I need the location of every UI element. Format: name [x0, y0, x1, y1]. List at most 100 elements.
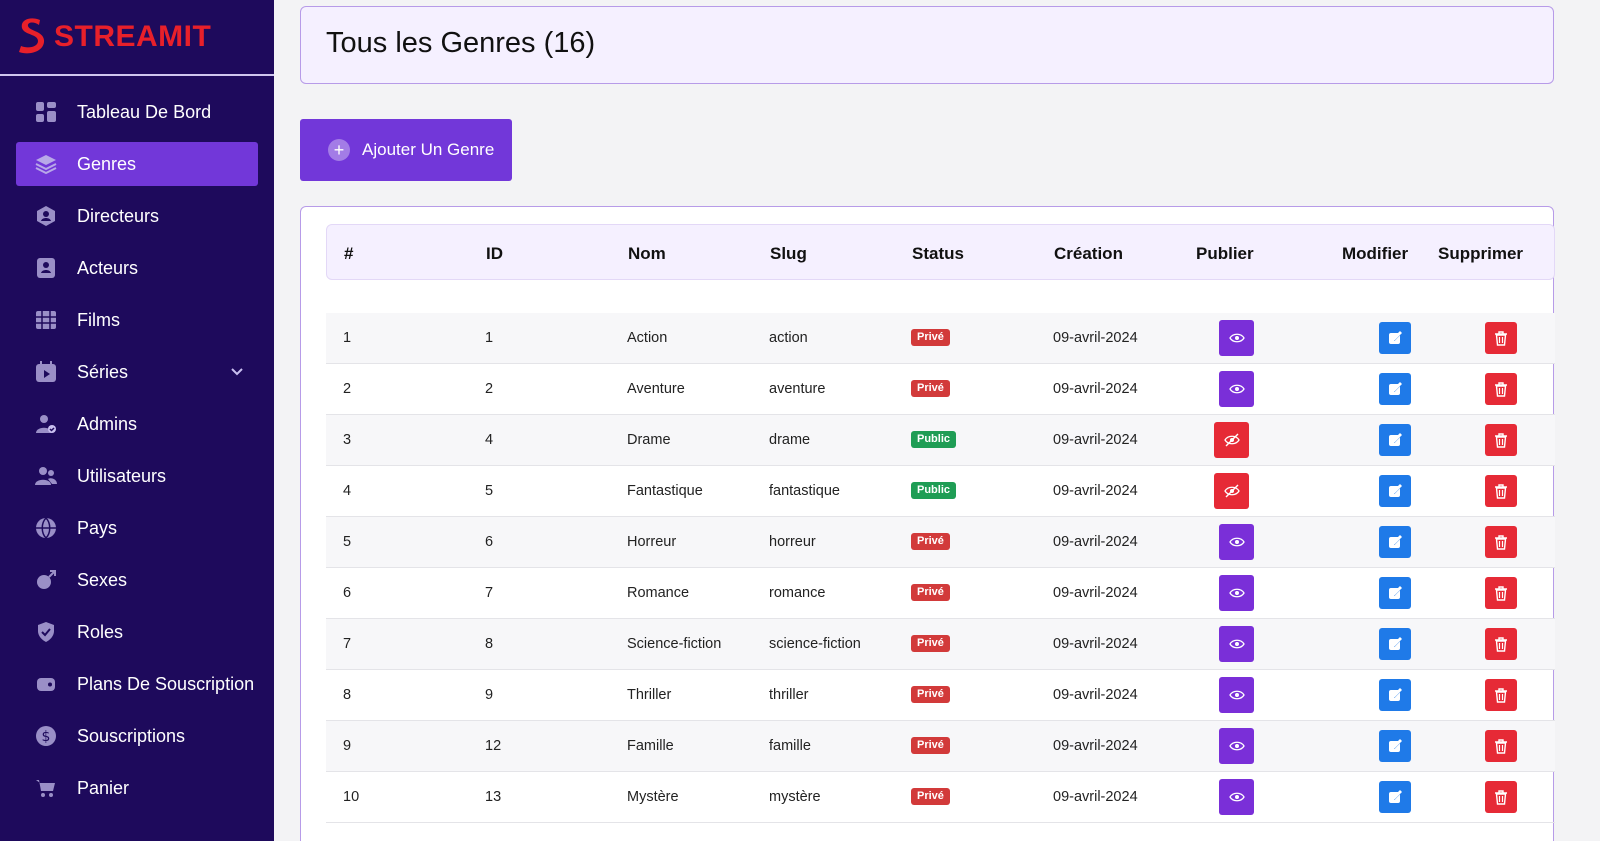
gender-icon [34, 568, 58, 592]
sidebar-item-genres[interactable]: Genres [16, 142, 258, 186]
trash-icon [1493, 534, 1509, 550]
sidebar-item-films[interactable]: Films [16, 298, 258, 342]
cell-created: 09-avril-2024 [1053, 330, 1138, 346]
status-badge: Privé [911, 584, 950, 601]
sidebar-item-label: Tableau De Bord [77, 101, 212, 122]
delete-button[interactable] [1485, 373, 1517, 405]
trash-icon [1493, 738, 1509, 754]
sidebar-item-tableau-de-bord[interactable]: Tableau De Bord [16, 90, 258, 134]
cell-slug: romance [769, 585, 826, 601]
actor-icon [34, 256, 58, 280]
table-body: 1 1 Action action 09-avril-2024 Privé 2 2 Aventu… [326, 313, 1555, 823]
film-icon [34, 308, 58, 332]
sidebar-item-label: Utilisateurs [77, 465, 167, 486]
sidebar-item-pays[interactable]: Pays [16, 506, 258, 550]
sidebar-item-s-ries[interactable]: Séries [16, 350, 258, 394]
page-title: Tous les Genres (16) [326, 27, 596, 59]
cell-created: 09-avril-2024 [1053, 789, 1138, 805]
edit-button[interactable] [1379, 781, 1411, 813]
cell-id: 4 [485, 432, 494, 448]
sidebar-item-label: Admins [77, 413, 138, 434]
users-icon [34, 464, 58, 488]
eye-off-icon [1223, 432, 1240, 448]
cell-number: 4 [343, 483, 352, 499]
eye-icon [1228, 789, 1245, 805]
edit-button[interactable] [1379, 373, 1411, 405]
cell-created: 09-avril-2024 [1053, 636, 1138, 652]
edit-button[interactable] [1379, 628, 1411, 660]
sidebar-item-label: Séries [77, 361, 129, 382]
chevron-down-icon[interactable] [230, 363, 244, 384]
delete-button[interactable] [1485, 424, 1517, 456]
delete-button[interactable] [1485, 781, 1517, 813]
admin-icon [34, 412, 58, 436]
cell-slug: drame [769, 432, 811, 448]
edit-button[interactable] [1379, 577, 1411, 609]
edit-button[interactable] [1379, 679, 1411, 711]
delete-button[interactable] [1485, 475, 1517, 507]
cell-slug: action [769, 330, 808, 346]
director-icon [34, 204, 58, 228]
cell-slug: horreur [769, 534, 816, 550]
col-header-slug: Slug [770, 244, 807, 263]
brand-logo[interactable]: STREAMIT [0, 0, 274, 76]
cell-number: 6 [343, 585, 352, 601]
main-content: Tous les Genres (16) + Ajouter Un Genre … [274, 0, 1600, 841]
edit-button[interactable] [1379, 424, 1411, 456]
edit-button[interactable] [1379, 526, 1411, 558]
eye-icon [1228, 381, 1245, 397]
edit-button[interactable] [1379, 730, 1411, 762]
eye-icon [1228, 738, 1245, 754]
sidebar-item-admins[interactable]: Admins [16, 402, 258, 446]
publish-button[interactable] [1219, 779, 1254, 815]
sidebar-item-plans-de-souscription[interactable]: Plans De Souscription [16, 662, 258, 706]
col-header-number: # [344, 244, 354, 263]
cell-slug: science-fiction [769, 636, 861, 652]
sidebar-item-utilisateurs[interactable]: Utilisateurs [16, 454, 258, 498]
trash-icon [1493, 636, 1509, 652]
delete-button[interactable] [1485, 628, 1517, 660]
cell-created: 09-avril-2024 [1053, 381, 1138, 397]
publish-button[interactable] [1219, 677, 1254, 713]
publish-button[interactable] [1219, 575, 1254, 611]
cell-created: 09-avril-2024 [1053, 585, 1138, 601]
eye-off-icon [1223, 483, 1240, 499]
eye-icon [1228, 534, 1245, 550]
dashboard-icon [34, 100, 58, 124]
status-badge: Privé [911, 686, 950, 703]
sidebar-item-sexes[interactable]: Sexes [16, 558, 258, 602]
trash-icon [1493, 330, 1509, 346]
sidebar-item-acteurs[interactable]: Acteurs [16, 246, 258, 290]
edit-icon [1387, 534, 1403, 550]
publish-button[interactable] [1219, 371, 1254, 407]
sidebar-item-souscriptions[interactable]: $ Souscriptions [16, 714, 258, 758]
edit-button[interactable] [1379, 322, 1411, 354]
sidebar-nav: Tableau De Bord Genres Directeurs Acteurs Fi… [0, 76, 274, 810]
unpublish-button[interactable] [1214, 473, 1249, 509]
sidebar-item-roles[interactable]: Roles [16, 610, 258, 654]
brand-name: STREAMIT [54, 20, 212, 53]
delete-button[interactable] [1485, 679, 1517, 711]
col-header-publish: Publier [1196, 244, 1254, 263]
sidebar-item-panier[interactable]: Panier [16, 766, 258, 810]
table-row: 8 9 Thriller thriller 09-avril-2024 Privé [326, 670, 1555, 721]
cell-slug: famille [769, 738, 811, 754]
cell-id: 13 [485, 789, 502, 805]
publish-button[interactable] [1219, 320, 1254, 356]
add-genre-button[interactable]: + Ajouter Un Genre [300, 119, 512, 181]
page-header: Tous les Genres (16) [300, 6, 1554, 84]
sidebar-item-directeurs[interactable]: Directeurs [16, 194, 258, 238]
edit-icon [1387, 636, 1403, 652]
status-badge: Privé [911, 635, 950, 652]
table-row: 6 7 Romance romance 09-avril-2024 Privé [326, 568, 1555, 619]
unpublish-button[interactable] [1214, 422, 1249, 458]
delete-button[interactable] [1485, 526, 1517, 558]
edit-button[interactable] [1379, 475, 1411, 507]
delete-button[interactable] [1485, 322, 1517, 354]
publish-button[interactable] [1219, 524, 1254, 560]
delete-button[interactable] [1485, 730, 1517, 762]
publish-button[interactable] [1219, 626, 1254, 662]
delete-button[interactable] [1485, 577, 1517, 609]
status-badge: Privé [911, 380, 950, 397]
publish-button[interactable] [1219, 728, 1254, 764]
